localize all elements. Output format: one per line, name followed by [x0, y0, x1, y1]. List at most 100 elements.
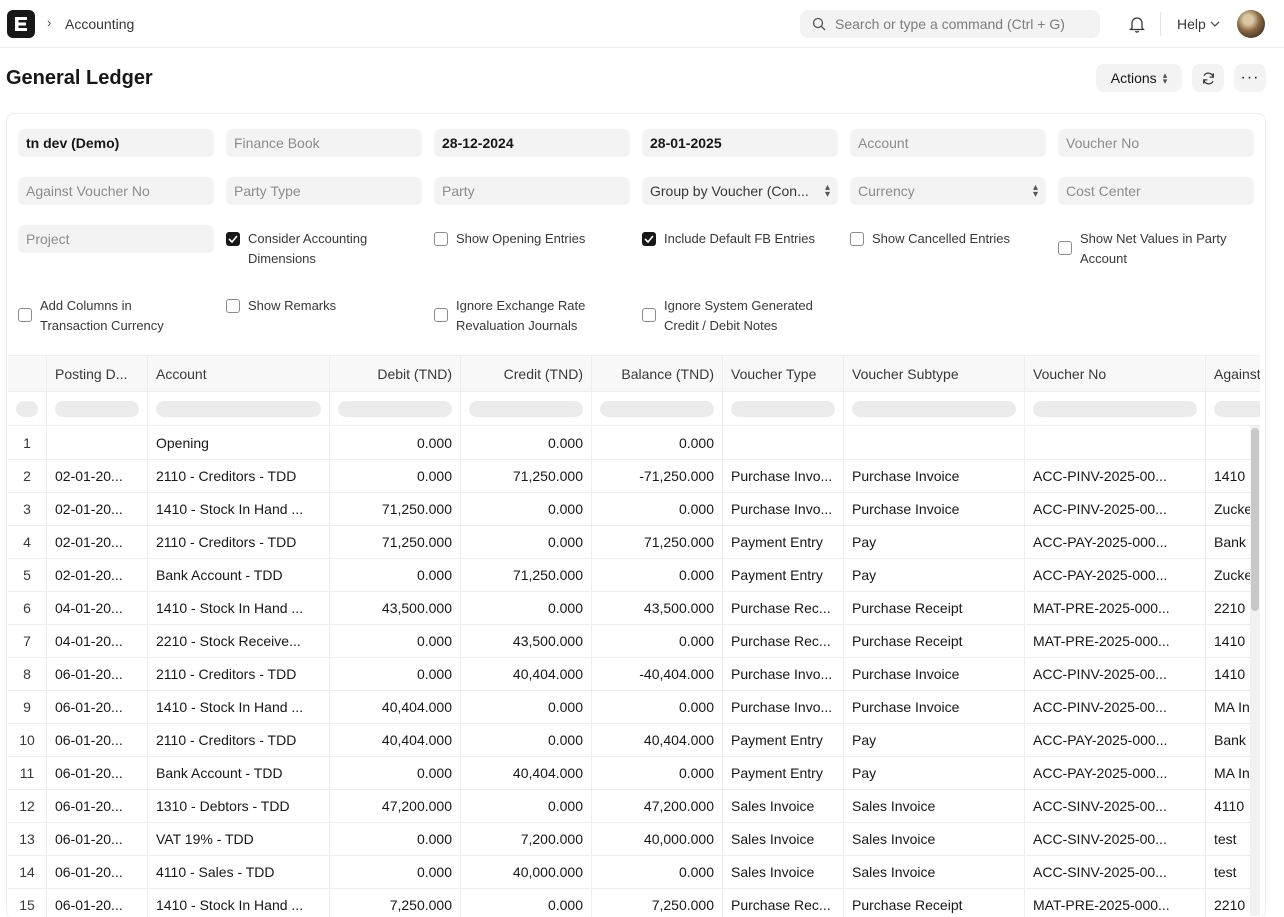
cell-debit[interactable]: 0.000	[330, 823, 461, 855]
row-index[interactable]: 7	[8, 625, 47, 657]
cell-voucher-no[interactable]: ACC-PAY-2025-000...	[1025, 526, 1206, 558]
cell-voucher-no[interactable]: MAT-PRE-2025-000...	[1025, 592, 1206, 624]
cell-posting-date[interactable]: 04-01-20...	[47, 625, 148, 657]
cell-voucher-type[interactable]: Payment Entry	[723, 757, 844, 789]
finance-book-field[interactable]: Finance Book	[226, 129, 422, 157]
header-voucher-no[interactable]: Voucher No	[1025, 356, 1206, 391]
cell-posting-date[interactable]	[47, 427, 148, 459]
cell-voucher-no[interactable]: ACC-PINV-2025-00...	[1025, 493, 1206, 525]
cell-voucher-type[interactable]: Payment Entry	[723, 526, 844, 558]
checkbox-box[interactable]	[434, 308, 448, 322]
cell-voucher-subtype[interactable]: Purchase Receipt	[844, 889, 1025, 917]
header-against[interactable]: Against	[1206, 356, 1260, 391]
cell-balance[interactable]: 71,250.000	[592, 526, 723, 558]
table-row[interactable]: 7 04-01-20... 2210 - Stock Receive... 0.000…	[8, 625, 1260, 658]
cell-voucher-type[interactable]: Purchase Invo...	[723, 493, 844, 525]
cell-posting-date[interactable]: 02-01-20...	[47, 559, 148, 591]
cell-account[interactable]: 2110 - Creditors - TDD	[148, 724, 330, 756]
cell-voucher-no[interactable]: ACC-PINV-2025-00...	[1025, 460, 1206, 492]
row-index[interactable]: 13	[8, 823, 47, 855]
cell-balance[interactable]: 0.000	[592, 625, 723, 657]
checkbox-consider-accounting-dimensions[interactable]: Consider Accounting Dimensions	[226, 229, 367, 269]
checkbox-box[interactable]	[642, 308, 656, 322]
row-index[interactable]: 8	[8, 658, 47, 690]
table-row[interactable]: 2 02-01-20... 2110 - Creditors - TDD 0.000 7…	[8, 460, 1260, 493]
cell-balance[interactable]: 40,000.000	[592, 823, 723, 855]
search-input[interactable]	[835, 16, 1095, 32]
cell-voucher-type[interactable]: Payment Entry	[723, 724, 844, 756]
cell-voucher-no[interactable]: ACC-PAY-2025-000...	[1025, 559, 1206, 591]
cell-posting-date[interactable]: 06-01-20...	[47, 658, 148, 690]
cell-voucher-subtype[interactable]: Sales Invoice	[844, 790, 1025, 822]
table-row[interactable]: 12 06-01-20... 1310 - Debtors - TDD 47,200.…	[8, 790, 1260, 823]
cell-balance[interactable]: 0.000	[592, 856, 723, 888]
checkbox-include-default-fb-entries[interactable]: Include Default FB Entries	[642, 229, 815, 249]
cell-posting-date[interactable]: 06-01-20...	[47, 757, 148, 789]
cell-account[interactable]: 1410 - Stock In Hand ...	[148, 592, 330, 624]
cell-voucher-type[interactable]: Purchase Rec...	[723, 889, 844, 917]
table-row[interactable]: 8 06-01-20... 2110 - Creditors - TDD 0.000 4…	[8, 658, 1260, 691]
cell-debit[interactable]: 40,404.000	[330, 724, 461, 756]
cell-credit[interactable]: 7,200.000	[461, 823, 592, 855]
row-index[interactable]: 6	[8, 592, 47, 624]
cell-voucher-type[interactable]: Payment Entry	[723, 559, 844, 591]
cell-account[interactable]: 2110 - Creditors - TDD	[148, 658, 330, 690]
vertical-scrollbar-thumb[interactable]	[1251, 428, 1259, 611]
filter-input[interactable]	[338, 400, 452, 417]
row-index[interactable]: 5	[8, 559, 47, 591]
filter-input[interactable]	[1214, 400, 1260, 417]
cell-posting-date[interactable]: 04-01-20...	[47, 592, 148, 624]
cell-balance[interactable]: -40,404.000	[592, 658, 723, 690]
cell-account[interactable]: 2110 - Creditors - TDD	[148, 526, 330, 558]
cell-credit[interactable]: 40,000.000	[461, 856, 592, 888]
cell-voucher-type[interactable]: Purchase Rec...	[723, 592, 844, 624]
row-index[interactable]: 12	[8, 790, 47, 822]
cell-debit[interactable]: 47,200.000	[330, 790, 461, 822]
filter-input[interactable]	[600, 400, 714, 417]
cell-account[interactable]: 1410 - Stock In Hand ...	[148, 691, 330, 723]
header-credit[interactable]: Credit (TND)	[461, 356, 592, 391]
cell-credit[interactable]: 0.000	[461, 427, 592, 459]
cell-posting-date[interactable]: 06-01-20...	[47, 823, 148, 855]
filter-input[interactable]	[16, 400, 38, 417]
cell-debit[interactable]: 71,250.000	[330, 493, 461, 525]
cell-voucher-type[interactable]: Sales Invoice	[723, 823, 844, 855]
party-field[interactable]: Party	[434, 177, 630, 205]
app-logo-icon[interactable]	[7, 10, 35, 38]
cell-voucher-no[interactable]: ACC-SINV-2025-00...	[1025, 790, 1206, 822]
cell-voucher-type[interactable]: Purchase Invo...	[723, 460, 844, 492]
cell-voucher-no[interactable]: ACC-PAY-2025-000...	[1025, 757, 1206, 789]
cell-debit[interactable]: 0.000	[330, 757, 461, 789]
table-row[interactable]: 10 06-01-20... 2110 - Creditors - TDD 40,40…	[8, 724, 1260, 757]
cell-account[interactable]: Bank Account - TDD	[148, 757, 330, 789]
header-debit[interactable]: Debit (TND)	[330, 356, 461, 391]
group-by-select[interactable]: Group by Voucher (Con... ▴ ▾	[642, 177, 838, 205]
table-row[interactable]: 13 06-01-20... VAT 19% - TDD 0.000 7,200.000…	[8, 823, 1260, 856]
cell-account[interactable]: 1410 - Stock In Hand ...	[148, 493, 330, 525]
row-index[interactable]: 10	[8, 724, 47, 756]
cell-voucher-subtype[interactable]: Sales Invoice	[844, 856, 1025, 888]
filter-input[interactable]	[731, 400, 835, 417]
currency-select[interactable]: Currency ▴ ▾	[850, 177, 1046, 205]
checkbox-ignore-exchange-rate[interactable]: Ignore Exchange Rate Revaluation Journals	[434, 296, 585, 336]
cell-balance[interactable]: 47,200.000	[592, 790, 723, 822]
cell-voucher-type[interactable]: Purchase Invo...	[723, 658, 844, 690]
cell-debit[interactable]: 0.000	[330, 625, 461, 657]
cell-voucher-type[interactable]: Sales Invoice	[723, 790, 844, 822]
row-index[interactable]: 3	[8, 493, 47, 525]
cell-voucher-subtype[interactable]: Purchase Receipt	[844, 625, 1025, 657]
cell-account[interactable]: 2110 - Creditors - TDD	[148, 460, 330, 492]
filter-input[interactable]	[852, 400, 1016, 417]
cell-account[interactable]: 2210 - Stock Receive...	[148, 625, 330, 657]
cell-balance[interactable]: 0.000	[592, 559, 723, 591]
cell-account[interactable]: Bank Account - TDD	[148, 559, 330, 591]
cell-voucher-no[interactable]: ACC-SINV-2025-00...	[1025, 856, 1206, 888]
checkbox-box[interactable]	[642, 232, 656, 246]
cell-debit[interactable]: 0.000	[330, 856, 461, 888]
cell-credit[interactable]: 0.000	[461, 493, 592, 525]
cell-voucher-type[interactable]: Sales Invoice	[723, 856, 844, 888]
table-row[interactable]: 11 06-01-20... Bank Account - TDD 0.000 40,4…	[8, 757, 1260, 790]
row-index[interactable]: 2	[8, 460, 47, 492]
row-index[interactable]: 9	[8, 691, 47, 723]
cell-credit[interactable]: 71,250.000	[461, 460, 592, 492]
